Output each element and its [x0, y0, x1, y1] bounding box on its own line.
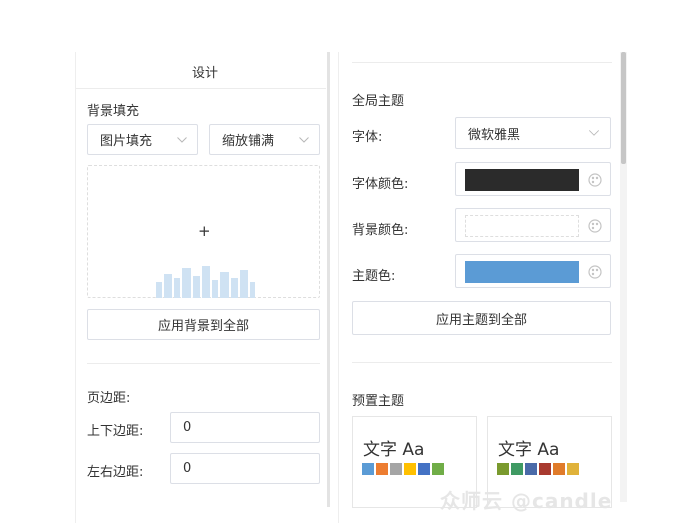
preset-color-chip: [432, 463, 444, 475]
chevron-down-icon: [177, 136, 187, 143]
scrollbar-thumb[interactable]: [621, 52, 626, 164]
bg-color-picker[interactable]: [455, 208, 611, 242]
palette-icon[interactable]: [588, 173, 602, 187]
preset-color-chip: [553, 463, 565, 475]
tb-margin-value: 0: [183, 420, 192, 435]
image-upload-area[interactable]: +: [87, 165, 320, 298]
chevron-down-icon: [588, 130, 600, 136]
preset-color-chip: [418, 463, 430, 475]
section-divider: [87, 363, 320, 364]
fill-mode-value: 缩放铺满: [222, 134, 275, 149]
preset-color-chips: [362, 463, 444, 475]
preset-color-chip: [390, 463, 402, 475]
font-color-swatch: [465, 169, 579, 191]
fill-type-select[interactable]: 图片填充: [87, 124, 198, 155]
tb-margin-input[interactable]: 0: [170, 412, 320, 443]
theme-color-swatch: [465, 261, 579, 283]
theme-color-label: 主题色:: [352, 269, 396, 284]
section-divider: [352, 362, 612, 363]
apply-bg-all-button[interactable]: 应用背景到全部: [87, 309, 320, 340]
global-theme-label: 全局主题: [352, 94, 405, 109]
font-value: 微软雅黑: [468, 127, 521, 143]
top-divider: [352, 62, 612, 63]
preset-color-chip: [497, 463, 509, 475]
preset-color-chip: [567, 463, 579, 475]
panel-divider[interactable]: [327, 52, 330, 507]
chevron-down-icon: [299, 136, 309, 143]
theme-color-picker[interactable]: [455, 254, 611, 288]
apply-bg-all-label: 应用背景到全部: [157, 319, 249, 334]
right-panel-border: [338, 52, 339, 523]
font-color-picker[interactable]: [455, 162, 611, 196]
font-label: 字体:: [352, 130, 383, 145]
preset-theme-label: 预置主题: [352, 394, 405, 409]
apply-theme-all-button[interactable]: 应用主题到全部: [352, 301, 611, 335]
preset-color-chip: [376, 463, 388, 475]
fill-type-value: 图片填充: [100, 134, 153, 149]
bg-color-label: 背景颜色:: [352, 223, 409, 238]
add-image-icon: +: [198, 222, 211, 240]
city-skyline-icon: [156, 266, 255, 298]
font-color-label: 字体颜色:: [352, 177, 409, 192]
palette-icon[interactable]: [588, 265, 602, 279]
palette-icon[interactable]: [588, 219, 602, 233]
font-select[interactable]: 微软雅黑: [455, 117, 611, 149]
preset-color-chip: [511, 463, 523, 475]
lr-margin-label: 左右边距:: [87, 465, 144, 480]
preset-color-chip: [539, 463, 551, 475]
title-divider: [76, 88, 326, 89]
preset-color-chip: [525, 463, 537, 475]
bg-fill-label: 背景填充: [87, 104, 140, 119]
tb-margin-label: 上下边距:: [87, 424, 144, 439]
margin-label: 页边距:: [87, 391, 131, 406]
preset-color-chip: [362, 463, 374, 475]
preset-color-chip: [404, 463, 416, 475]
preset-theme-title: 文字 Aa: [363, 440, 425, 460]
preset-color-chips: [497, 463, 579, 475]
lr-margin-value: 0: [183, 461, 192, 476]
bg-color-swatch: [465, 215, 579, 237]
preset-theme-title: 文字 Aa: [498, 440, 560, 460]
watermark: 众师云 @candle: [440, 489, 613, 513]
panel-title: 设计: [192, 66, 219, 81]
lr-margin-input[interactable]: 0: [170, 453, 320, 484]
fill-mode-select[interactable]: 缩放铺满: [209, 124, 320, 155]
apply-theme-all-label: 应用主题到全部: [435, 312, 527, 328]
